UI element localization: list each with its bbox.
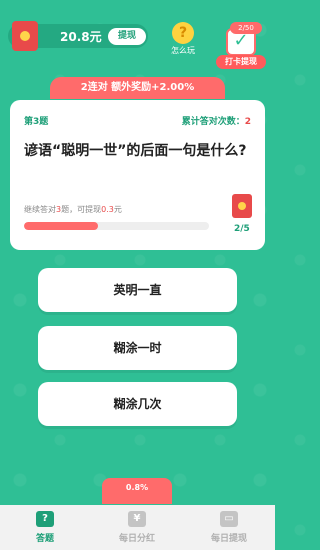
nav-daily-withdraw[interactable]: ▭ 每日提现 xyxy=(194,511,264,544)
checkin-label: 打卡提现 xyxy=(216,55,266,69)
cumulative-value: 2 xyxy=(244,117,251,127)
question-icon: ? xyxy=(36,511,54,527)
reward-hint: 继续答对3题，可提现0.3元 xyxy=(24,204,122,215)
question-text: 谚语“聪明一世”的后面一句是什么? xyxy=(24,143,247,159)
checkin-withdraw-button[interactable]: ✓ 2/50 打卡提现 xyxy=(216,22,266,70)
red-envelope-icon xyxy=(12,21,38,51)
checkin-progress: 2/50 xyxy=(230,22,262,34)
hint-suffix: 元 xyxy=(113,205,122,214)
answer-option-3[interactable]: 糊涂几次 xyxy=(38,382,237,426)
balance-pill: 20.8元 提现 xyxy=(8,21,148,51)
withdraw-button[interactable]: 提现 xyxy=(108,28,146,45)
hint-amount: 0.3 xyxy=(101,205,114,214)
hint-prefix: 继续答对 xyxy=(24,205,56,214)
red-envelope-icon[interactable] xyxy=(232,194,252,218)
how-to-play-button[interactable]: ? 怎么玩 xyxy=(166,22,200,58)
money-bag-icon: ¥ xyxy=(128,511,146,527)
wallet-icon: ▭ xyxy=(220,511,238,527)
nav-label-answer: 答题 xyxy=(35,534,54,544)
question-icon: ? xyxy=(172,22,194,44)
answer-option-2[interactable]: 糊涂一时 xyxy=(38,326,237,370)
hint-mid: 题，可提现 xyxy=(61,205,102,214)
bottom-nav: ? 答题 ¥ 每日分红 ▭ 每日提现 xyxy=(0,505,275,550)
bonus-percent-badge: 0.8% xyxy=(102,478,172,504)
reward-progress-bar xyxy=(24,222,209,230)
question-card: 第3题 累计答对次数：2 谚语“聪明一世”的后面一句是什么? 继续答对3题，可提… xyxy=(10,100,265,250)
streak-banner: 2连对 额外奖励+2.00% xyxy=(50,77,225,99)
redpack-progress: 2/5 xyxy=(234,224,250,234)
answer-option-1[interactable]: 英明一直 xyxy=(38,268,237,312)
cumulative-correct: 累计答对次数：2 xyxy=(182,114,251,127)
nav-daily-dividend[interactable]: ¥ 每日分红 xyxy=(102,511,172,544)
cumulative-label: 累计答对次数： xyxy=(181,117,245,127)
nav-answer[interactable]: ? 答题 xyxy=(10,511,80,544)
nav-label-dividend: 每日分红 xyxy=(118,534,155,544)
how-to-play-label: 怎么玩 xyxy=(171,46,195,55)
top-bar: 20.8元 提现 ? 怎么玩 ✓ 2/50 打卡提现 xyxy=(0,0,275,70)
reward-progress-fill xyxy=(24,222,98,230)
nav-label-withdraw: 每日提现 xyxy=(210,534,247,544)
question-number: 第3题 xyxy=(24,117,49,127)
balance-amount: 20.8元 xyxy=(60,30,102,44)
